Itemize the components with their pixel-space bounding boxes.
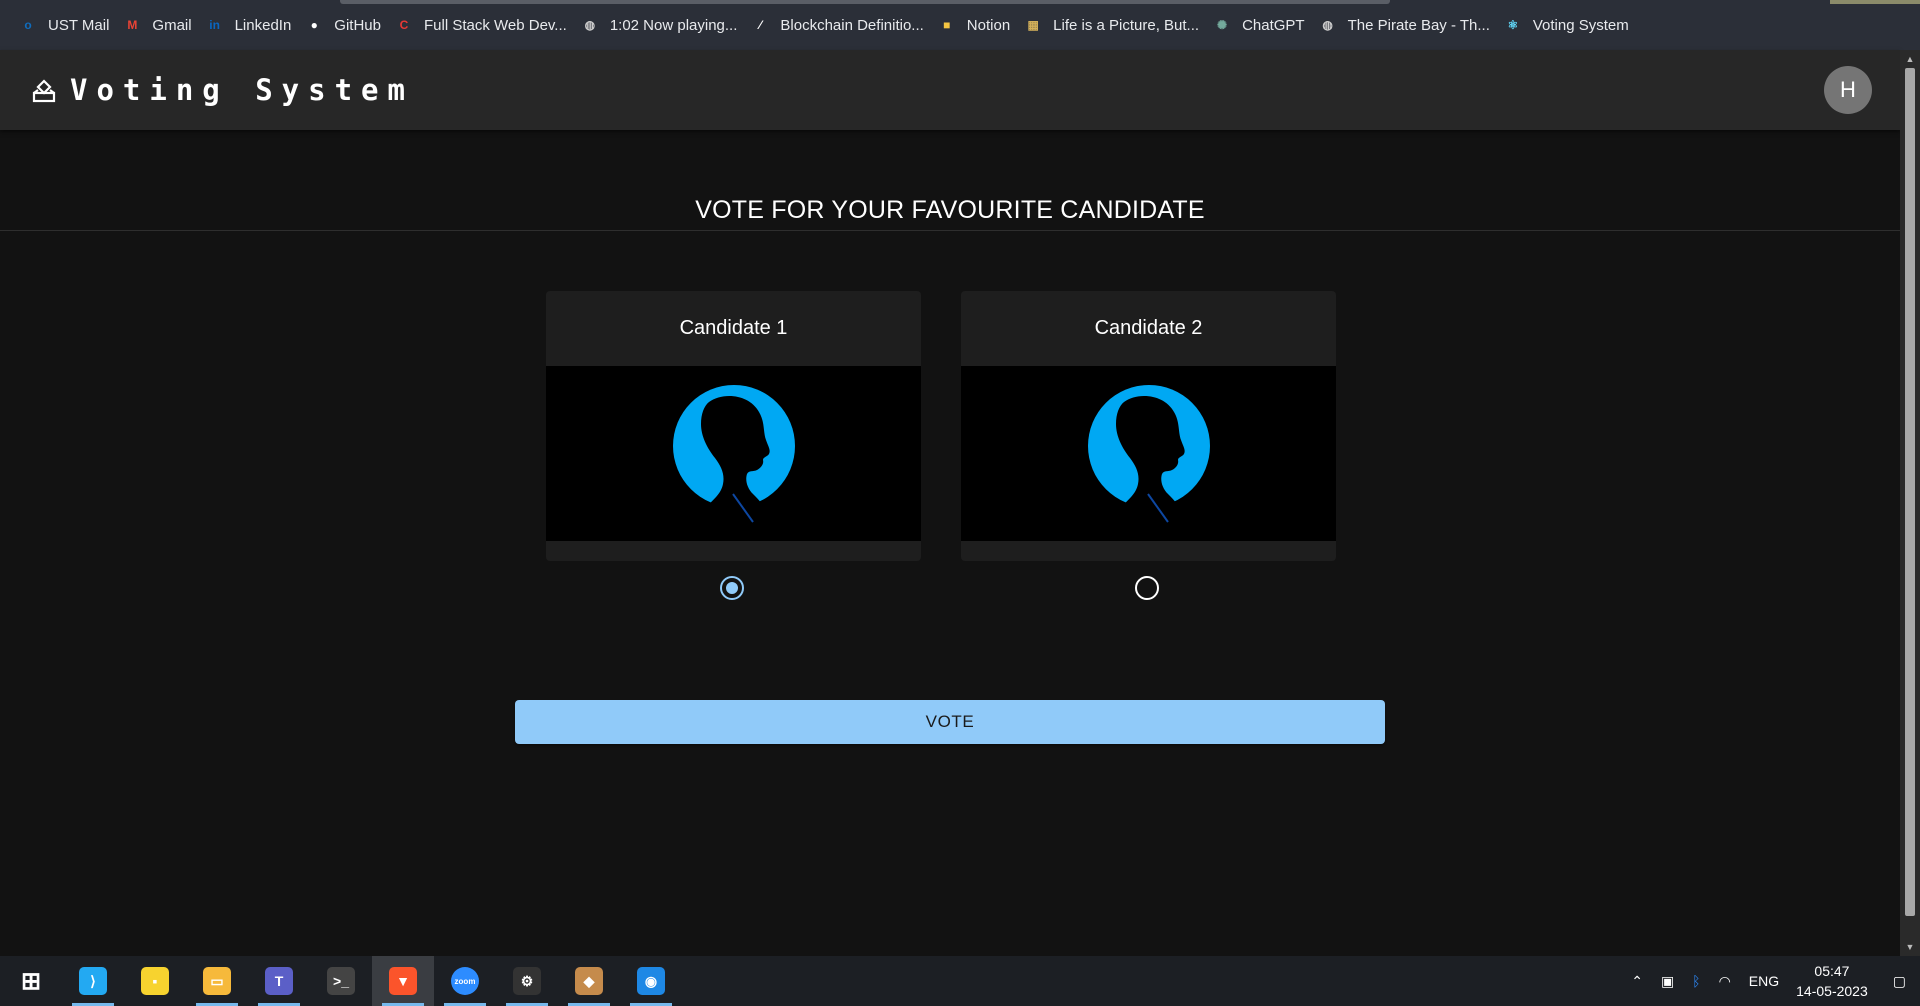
taskbar: ⊞ ⟩ ▪ ▭ T >_ ▼ zoom ⚙ ◆ ◉ ⌃ ▣ ᛒ ◠ ENG 05:47 14-05-…	[0, 956, 1920, 1006]
bookmark-label: 1:02 Now playing...	[609, 16, 738, 34]
terminal-icon: >_	[327, 967, 355, 995]
globe-icon: ◍	[584, 18, 596, 32]
bookmark-item[interactable]: ⁄ Blockchain Definitio...	[748, 0, 934, 50]
app-title: Voting System	[70, 73, 414, 107]
vscode-icon: ⟩	[79, 967, 107, 995]
vote-button[interactable]: VOTE	[515, 700, 1385, 744]
bookmark-label: Blockchain Definitio...	[780, 16, 924, 34]
gmail-icon: M	[127, 18, 138, 32]
taskbar-app[interactable]: ⚙	[496, 956, 558, 1006]
brand: Voting System	[32, 73, 414, 107]
minecraft-icon: ◆	[575, 967, 603, 995]
file-explorer-icon: ▭	[203, 967, 231, 995]
taskbar-app[interactable]: zoom	[434, 956, 496, 1006]
start-icon: ⊞	[20, 967, 42, 995]
chatgpt-icon: ✺	[1217, 18, 1228, 32]
page-title: VOTE FOR YOUR FAVOURITE CANDIDATE	[695, 196, 1205, 224]
candidate-2-radio[interactable]	[1135, 576, 1159, 600]
scroll-up-icon[interactable]: ▲	[1904, 54, 1916, 64]
person-silhouette-icon	[1087, 384, 1210, 523]
app-bar: Voting System H	[0, 50, 1900, 130]
candidate-image	[961, 366, 1336, 541]
bookmark-label: Notion	[966, 16, 1011, 34]
divider	[0, 230, 1900, 231]
person-silhouette-icon	[672, 384, 795, 523]
ballot-icon	[32, 77, 56, 103]
bookmark-item[interactable]: ▦ Life is a Picture, But...	[1021, 0, 1210, 50]
tray-device-icon[interactable]: ▣	[1661, 973, 1674, 990]
zoom-icon: zoom	[451, 967, 479, 995]
bookmarks-list: o UST Mail M Gmail in LinkedIn ● GitHub C Full St…	[16, 0, 1640, 50]
bookmark-label: ChatGPT	[1242, 16, 1305, 34]
tray-chevron-icon[interactable]: ⌃	[1631, 973, 1643, 990]
clock-date: 14-05-2023	[1796, 983, 1868, 999]
taskbar-app[interactable]: ⟩	[62, 956, 124, 1006]
taskbar-app[interactable]: T	[248, 956, 310, 1006]
scrollbar[interactable]: ▲ ▼	[1900, 50, 1920, 956]
taskbar-app[interactable]: ⊞	[0, 956, 62, 1006]
bookmark-item[interactable]: in LinkedIn	[203, 0, 303, 50]
bookmarks-bar: o UST Mail M Gmail in LinkedIn ● GitHub C Full St…	[0, 0, 1920, 50]
bookmark-label: Full Stack Web Dev...	[423, 16, 567, 34]
candidate-name: Candidate 2	[1094, 317, 1203, 339]
bookmark-item[interactable]: ■ Notion	[935, 0, 1021, 50]
candidate-1-radio[interactable]	[720, 576, 744, 600]
language-indicator[interactable]: ENG	[1749, 973, 1779, 989]
candidate-image	[546, 366, 921, 541]
brave-icon: ▼	[389, 967, 417, 995]
scroll-thumb[interactable]	[1905, 68, 1915, 916]
bookmark-item[interactable]: ✺ ChatGPT	[1210, 0, 1316, 50]
bookmark-label: UST Mail	[48, 16, 110, 34]
notifications-icon[interactable]: ▢	[1893, 973, 1906, 990]
wifi-icon[interactable]: ◠	[1719, 973, 1731, 990]
tab-strip-edge-right	[1830, 0, 1920, 4]
system-tray: ⌃ ▣ ᛒ ◠ ENG 05:47 14-05-2023 ▢	[1622, 956, 1920, 1006]
camera-icon: ◉	[637, 967, 665, 995]
candidate-card-2: Candidate 2	[961, 291, 1336, 561]
bookmark-item[interactable]: M Gmail	[120, 0, 202, 50]
candidate-card-1: Candidate 1	[546, 291, 921, 561]
investopedia-icon: ⁄	[759, 18, 762, 32]
taskbar-app[interactable]: ◉	[620, 956, 682, 1006]
bookmark-label: The Pirate Bay - Th...	[1347, 16, 1490, 34]
picture-icon: ▦	[1027, 18, 1039, 32]
clock[interactable]: 05:47 14-05-2023	[1796, 961, 1868, 1001]
settings-icon: ⚙	[513, 967, 541, 995]
linkedin-icon: in	[209, 18, 220, 32]
bookmark-label: GitHub	[334, 16, 381, 34]
bookmark-item[interactable]: ● GitHub	[302, 0, 392, 50]
bookmark-item[interactable]: o UST Mail	[16, 0, 120, 50]
taskbar-app[interactable]: ◆	[558, 956, 620, 1006]
taskbar-app[interactable]: >_	[310, 956, 372, 1006]
clock-time: 05:47	[1814, 963, 1850, 979]
bookmark-label: Life is a Picture, But...	[1053, 16, 1200, 34]
bookmark-label: Gmail	[152, 16, 192, 34]
course-icon: C	[399, 18, 409, 32]
taskbar-app[interactable]: ▪	[124, 956, 186, 1006]
candidate-name: Candidate 1	[679, 317, 788, 339]
avatar[interactable]: H	[1824, 66, 1872, 114]
taskbar-app[interactable]: ▭	[186, 956, 248, 1006]
bookmark-label: Voting System	[1532, 16, 1629, 34]
scroll-down-icon[interactable]: ▼	[1904, 942, 1916, 952]
bookmark-item[interactable]: ⚛ Voting System	[1501, 0, 1640, 50]
bookmark-item[interactable]: ◍ The Pirate Bay - Th...	[1316, 0, 1501, 50]
bookmark-label: LinkedIn	[234, 16, 292, 34]
bluetooth-icon[interactable]: ᛒ	[1692, 973, 1700, 989]
react-icon: ⚛	[1507, 18, 1519, 32]
taskbar-apps: ⊞ ⟩ ▪ ▭ T >_ ▼ zoom ⚙ ◆ ◉	[0, 956, 682, 1006]
globe-icon: ◍	[1322, 18, 1333, 32]
bookmark-item[interactable]: C Full Stack Web Dev...	[392, 0, 578, 50]
bookmark-item[interactable]: ◍ 1:02 Now playing...	[578, 0, 749, 50]
teams-icon: T	[265, 967, 293, 995]
github-icon: ●	[310, 18, 318, 32]
sticky-notes-icon: ▪	[141, 967, 169, 995]
outlook-icon: o	[24, 18, 32, 32]
folder-icon: ■	[943, 18, 951, 32]
tab-strip-edge	[340, 0, 1390, 4]
taskbar-app[interactable]: ▼	[372, 956, 434, 1006]
